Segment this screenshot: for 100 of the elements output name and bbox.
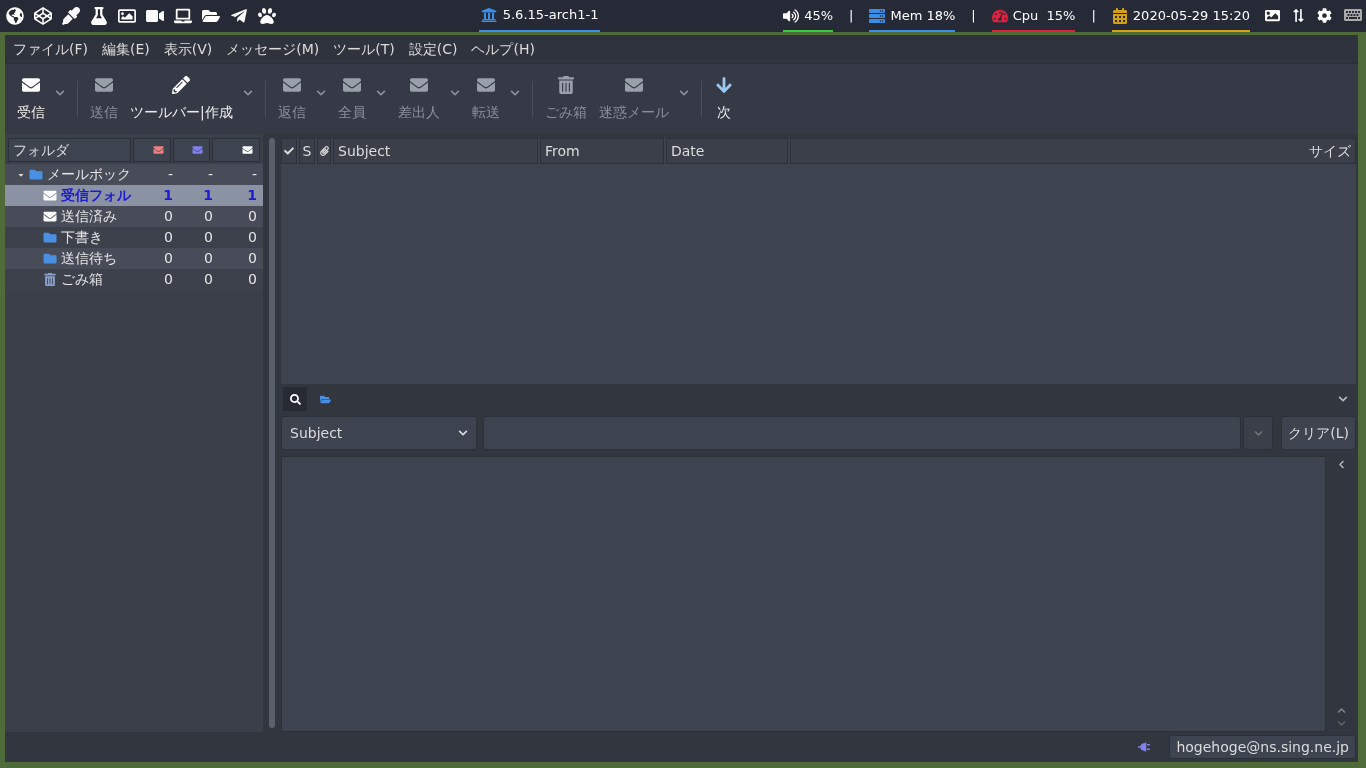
separator-text: | xyxy=(970,7,977,26)
folder-count: 0 xyxy=(203,270,213,289)
folder-row[interactable]: 送信済み 0 0 0 xyxy=(5,206,263,227)
folder-name: 送信待ち xyxy=(61,249,117,268)
cube-icon[interactable] xyxy=(34,7,52,25)
envelope-icon xyxy=(21,75,41,94)
folder-count: 0 xyxy=(203,228,213,247)
clear-button[interactable]: クリア(L) xyxy=(1281,416,1356,450)
speaker-icon xyxy=(783,8,800,24)
arrow-down-icon xyxy=(713,75,734,94)
dropdown-caret-icon[interactable] xyxy=(55,88,65,98)
dropdown-caret-icon[interactable] xyxy=(242,88,253,98)
transfer-icon[interactable] xyxy=(1292,8,1305,22)
keyboard-icon[interactable] xyxy=(1344,7,1362,23)
flask-icon[interactable] xyxy=(90,7,108,25)
laptop-icon[interactable] xyxy=(174,7,192,25)
scroll-up-icon[interactable] xyxy=(1336,706,1346,715)
column-header[interactable]: S xyxy=(299,138,315,164)
folder-count: - xyxy=(250,165,258,184)
paperclip-icon xyxy=(319,146,329,156)
folder-name: メールボック xyxy=(47,165,131,184)
toolbar-button[interactable]: 次 xyxy=(707,75,740,123)
folder-icon xyxy=(29,168,43,181)
envelope-icon xyxy=(341,75,362,94)
column-header[interactable]: サイズ xyxy=(790,138,1356,164)
settings-icon[interactable] xyxy=(1317,7,1332,23)
column-header[interactable]: Date xyxy=(666,138,788,164)
folder-count: 0 xyxy=(247,249,258,268)
menu-item[interactable]: 表示(V) xyxy=(163,38,213,60)
folder-count: 1 xyxy=(202,186,213,205)
column-header[interactable] xyxy=(212,138,260,162)
toolbar-button[interactable]: ツールバー|作成 xyxy=(124,75,239,123)
envelope-icon xyxy=(43,189,57,202)
menu-item[interactable]: 設定(C) xyxy=(408,38,458,60)
envelope-icon xyxy=(94,75,114,94)
caret-icon xyxy=(458,428,468,438)
folder-name: 受信フォル xyxy=(61,186,131,205)
pane-tab[interactable] xyxy=(283,387,307,411)
server-icon xyxy=(869,8,886,24)
chevron-left-icon[interactable] xyxy=(1336,460,1346,469)
column-header[interactable]: Subject xyxy=(333,138,538,164)
column-header[interactable] xyxy=(281,138,297,164)
column-header[interactable]: フォルダ xyxy=(8,138,131,162)
account-label: hogehoge@ns.sing.ne.jp xyxy=(1169,735,1356,759)
field-select[interactable]: Subject xyxy=(281,416,477,450)
pencil-icon xyxy=(171,75,192,94)
indicator-text: Mem 18% xyxy=(890,7,956,26)
calendar-icon xyxy=(1111,8,1128,24)
menu-item[interactable]: ツール(T) xyxy=(333,38,395,60)
paw-icon[interactable] xyxy=(258,7,276,25)
collapse-chevron-icon[interactable] xyxy=(1338,394,1348,404)
envelope-icon xyxy=(152,145,164,155)
folder-count: 0 xyxy=(163,228,173,247)
trash-icon xyxy=(43,273,57,286)
globe-icon[interactable] xyxy=(6,7,24,25)
envelope-icon xyxy=(192,145,204,155)
bank-icon xyxy=(480,7,497,23)
menu-item[interactable]: ファイル(F) xyxy=(13,38,88,60)
column-header[interactable] xyxy=(317,138,331,164)
eyedropper-icon[interactable] xyxy=(62,7,80,25)
folder-icon[interactable] xyxy=(202,7,220,25)
folder-icon xyxy=(43,231,57,244)
indicator-text: 2020-05-29 15:20 xyxy=(1132,7,1250,26)
folder-row[interactable]: 送信待ち 0 0 0 xyxy=(5,248,263,269)
envelope-icon xyxy=(475,75,496,94)
folder-name: ごみ箱 xyxy=(61,270,103,289)
envelope-icon xyxy=(281,75,302,94)
folder-row[interactable]: メールボック - - - xyxy=(5,164,263,185)
kernel-indicator[interactable]: 5.6.15-arch1-1 xyxy=(478,0,601,32)
column-header[interactable]: From xyxy=(540,138,664,164)
splitter-handle[interactable] xyxy=(269,138,275,728)
folder-icon xyxy=(319,393,331,405)
folder-count: 0 xyxy=(203,249,213,268)
search-field[interactable] xyxy=(483,416,1242,450)
folder-icon xyxy=(43,252,57,265)
image-icon[interactable] xyxy=(118,7,136,25)
toolbar-button[interactable]: 受信 xyxy=(11,75,51,123)
folder-count: 1 xyxy=(162,186,173,205)
envelope-icon xyxy=(408,75,429,94)
menu-item[interactable]: ヘルプ(H) xyxy=(471,38,535,60)
folder-count: 0 xyxy=(163,249,173,268)
envelope-icon xyxy=(242,145,253,155)
check-icon xyxy=(284,146,294,156)
kernel-version: 5.6.15-arch1-1 xyxy=(502,6,599,25)
folder-count: 0 xyxy=(203,207,213,226)
folder-name: 送信済み xyxy=(61,207,117,226)
search-icon xyxy=(289,393,301,405)
folder-count: 0 xyxy=(247,207,258,226)
paper-plane-icon[interactable] xyxy=(230,7,248,25)
trash-icon xyxy=(555,75,576,94)
separator-text: | xyxy=(1090,7,1097,26)
indicator-text: 45% xyxy=(804,7,834,26)
video-camera-icon[interactable] xyxy=(146,7,164,25)
menu-item[interactable]: メッセージ(M) xyxy=(226,38,320,60)
image-icon[interactable] xyxy=(1265,7,1280,23)
gauge-icon xyxy=(991,8,1008,24)
folder-count: 0 xyxy=(247,228,258,247)
menu-item[interactable]: 編集(E) xyxy=(102,38,150,60)
caret-icon xyxy=(1253,428,1263,438)
folder-count: 1 xyxy=(246,186,258,205)
